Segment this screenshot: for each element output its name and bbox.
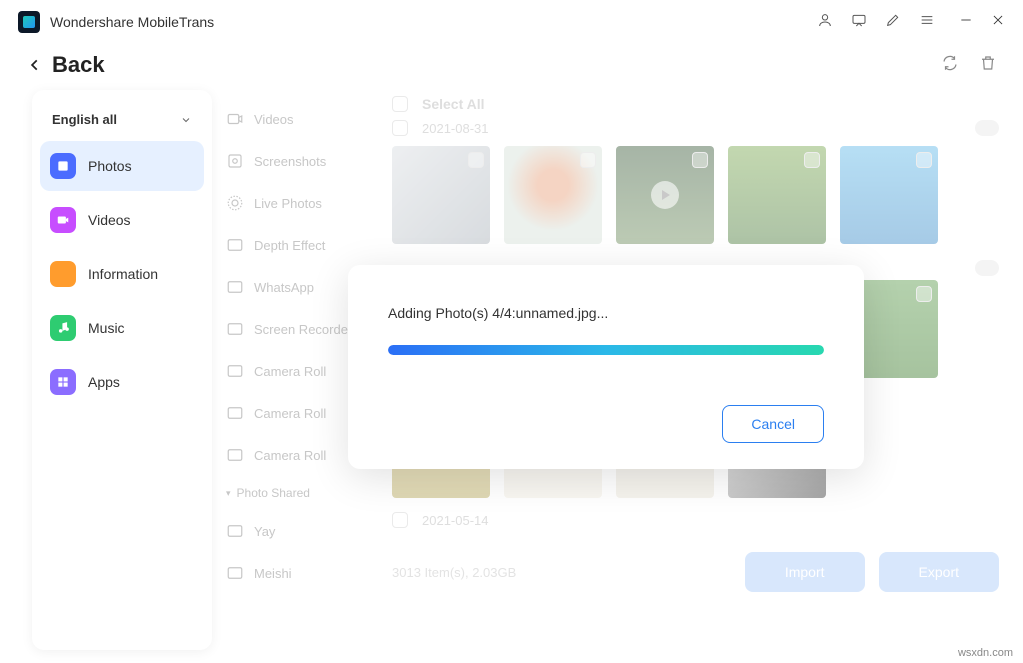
- sidebar-item-music[interactable]: Music: [40, 303, 204, 353]
- album-whatsapp[interactable]: WhatsApp: [226, 266, 368, 308]
- album-livephotos[interactable]: Live Photos: [226, 182, 368, 224]
- watermark: wsxdn.com: [958, 647, 1013, 659]
- back-label: Back: [52, 52, 105, 78]
- sidebar-item-apps[interactable]: Apps: [40, 357, 204, 407]
- cancel-button[interactable]: Cancel: [722, 405, 824, 443]
- info-icon: [50, 261, 76, 287]
- date-checkbox[interactable]: [392, 120, 408, 136]
- thumb-checkbox[interactable]: [804, 152, 820, 168]
- back-row: Back: [0, 44, 1023, 90]
- label: Photos: [88, 158, 132, 174]
- videos-icon: [50, 207, 76, 233]
- album-meishi[interactable]: Meishi: [226, 552, 368, 594]
- date-checkbox[interactable]: [392, 512, 408, 528]
- close-icon[interactable]: [991, 13, 1005, 32]
- date-count-badge: [975, 120, 999, 136]
- minimize-icon[interactable]: [959, 13, 973, 32]
- photo-thumb[interactable]: [840, 146, 938, 244]
- apps-icon: [50, 369, 76, 395]
- thumb-checkbox[interactable]: [468, 152, 484, 168]
- photo-thumb[interactable]: [392, 146, 490, 244]
- date-count-badge: [975, 260, 999, 276]
- play-icon: [651, 181, 679, 209]
- progress-message: Adding Photo(s) 4/4:unnamed.jpg...: [388, 305, 824, 321]
- account-icon[interactable]: [817, 12, 833, 33]
- label: Videos: [88, 212, 131, 228]
- photo-thumb[interactable]: [616, 146, 714, 244]
- date-label: 2021-08-31: [422, 121, 489, 136]
- photo-grid-1: [392, 146, 999, 244]
- album-cameraroll-3[interactable]: Camera Roll: [226, 434, 368, 476]
- back-button[interactable]: Back: [28, 52, 105, 78]
- app-logo: [18, 11, 40, 33]
- label: Apps: [88, 374, 120, 390]
- language-label: English all: [52, 112, 117, 127]
- progress-modal: Adding Photo(s) 4/4:unnamed.jpg... Cance…: [348, 265, 864, 469]
- edit-icon[interactable]: [885, 12, 901, 33]
- date-group-2[interactable]: 2021-05-14: [392, 506, 999, 538]
- sidebar-item-videos[interactable]: Videos: [40, 195, 204, 245]
- refresh-icon[interactable]: [941, 54, 959, 77]
- footer: 3013 Item(s), 2.03GB Import Export: [392, 538, 999, 592]
- sidebar-item-information[interactable]: Information: [40, 249, 204, 299]
- album-screenrecorder[interactable]: Screen Recorder: [226, 308, 368, 350]
- select-all-checkbox[interactable]: [392, 96, 408, 112]
- delete-icon[interactable]: [979, 54, 997, 77]
- thumb-checkbox[interactable]: [580, 152, 596, 168]
- thumb-checkbox[interactable]: [916, 152, 932, 168]
- album-videos[interactable]: Videos: [226, 98, 368, 140]
- item-summary: 3013 Item(s), 2.03GB: [392, 565, 516, 580]
- titlebar-tools: [817, 12, 935, 33]
- progress-bar: [388, 345, 824, 355]
- photo-thumb[interactable]: [504, 146, 602, 244]
- label: Music: [88, 320, 125, 336]
- sidebar-item-photos[interactable]: Photos: [40, 141, 204, 191]
- label: Information: [88, 266, 158, 282]
- select-all-label: Select All: [422, 96, 485, 112]
- thumb-checkbox[interactable]: [692, 152, 708, 168]
- select-all-row[interactable]: Select All: [392, 94, 999, 114]
- titlebar: Wondershare MobileTrans: [0, 0, 1023, 44]
- progress-fill: [388, 345, 824, 355]
- album-deptheffect[interactable]: Depth Effect: [226, 224, 368, 266]
- import-button[interactable]: Import: [745, 552, 865, 592]
- feedback-icon[interactable]: [851, 12, 867, 33]
- album-section-shared[interactable]: Photo Shared: [226, 476, 368, 510]
- sidebar-categories: English all Photos Videos Information Mu…: [32, 90, 212, 650]
- language-selector[interactable]: English all: [40, 102, 204, 137]
- date-group-1[interactable]: 2021-08-31: [392, 114, 999, 146]
- thumb-checkbox[interactable]: [916, 286, 932, 302]
- album-cameraroll-2[interactable]: Camera Roll: [226, 392, 368, 434]
- date-label: 2021-05-14: [422, 513, 489, 528]
- photos-icon: [50, 153, 76, 179]
- photo-thumb[interactable]: [728, 146, 826, 244]
- menu-icon[interactable]: [919, 12, 935, 33]
- export-button[interactable]: Export: [879, 552, 999, 592]
- app-title: Wondershare MobileTrans: [50, 14, 214, 30]
- album-yay[interactable]: Yay: [226, 510, 368, 552]
- music-icon: [50, 315, 76, 341]
- album-screenshots[interactable]: Screenshots: [226, 140, 368, 182]
- chevron-down-icon: [180, 114, 192, 126]
- album-cameraroll-1[interactable]: Camera Roll: [226, 350, 368, 392]
